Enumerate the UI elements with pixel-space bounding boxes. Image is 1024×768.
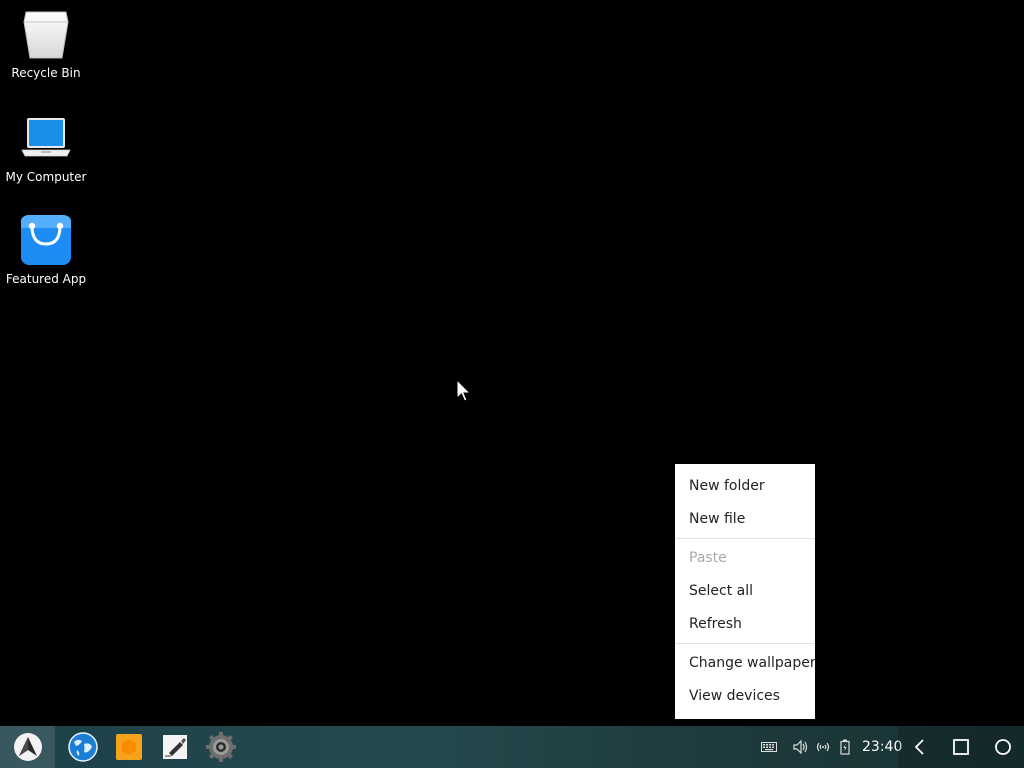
taskbar-app-settings[interactable] — [205, 731, 237, 763]
back-button[interactable] — [910, 737, 930, 757]
clock[interactable]: 23:40 — [862, 739, 902, 755]
back-icon — [914, 739, 924, 755]
taskbar-app-files[interactable] — [113, 731, 145, 763]
menu-item-change-wallpaper[interactable]: Change wallpaper — [675, 647, 816, 680]
laptop-icon — [21, 118, 71, 157]
menu-separator — [675, 643, 815, 644]
volume-icon[interactable] — [792, 738, 810, 756]
menu-separator — [675, 538, 815, 539]
menu-item-refresh[interactable]: Refresh — [675, 608, 815, 641]
desktop[interactable]: Recycle Bin My Computer Featured App New… — [0, 0, 1024, 726]
start-menu-icon — [13, 733, 42, 761]
shopping-bag-icon — [21, 215, 71, 265]
desktop-icon-label: Recycle Bin — [11, 66, 81, 80]
desktop-icon-my-computer[interactable]: My Computer — [0, 112, 92, 184]
taskbar-app-browser[interactable] — [67, 731, 99, 763]
home-button[interactable] — [993, 737, 1013, 757]
recents-icon — [953, 739, 969, 755]
gear-settings-icon — [206, 732, 236, 762]
start-button[interactable] — [0, 726, 55, 768]
mouse-pointer-icon — [456, 379, 472, 402]
menu-item-paste: Paste — [689, 550, 727, 566]
navigation-buttons — [898, 726, 1024, 768]
desktop-icon-label: Featured App — [5, 272, 87, 286]
desktop-icon-recycle-bin[interactable]: Recycle Bin — [0, 8, 92, 80]
desktop-icon-featured-app[interactable]: Featured App — [0, 214, 92, 286]
menu-item-new-file[interactable]: New file — [675, 503, 815, 536]
system-tray: 23:40 — [760, 726, 902, 768]
context-menu: New folder New file Paste Select all Ref… — [675, 464, 816, 719]
menu-item-new-folder[interactable]: New folder — [675, 470, 815, 503]
battery-icon[interactable] — [836, 738, 854, 756]
note-editor-icon — [163, 735, 187, 759]
recycle-bin-icon — [23, 11, 69, 59]
folder-files-icon — [116, 734, 142, 760]
taskbar-app-notes[interactable] — [159, 731, 191, 763]
globe-browser-icon — [68, 732, 98, 762]
menu-item-view-devices[interactable]: View devices — [675, 680, 815, 713]
menu-item-select-all[interactable]: Select all — [675, 575, 815, 608]
home-icon — [995, 739, 1011, 755]
keyboard-icon[interactable] — [760, 738, 778, 756]
desktop-icon-label: My Computer — [5, 170, 87, 184]
wifi-signal-icon[interactable] — [814, 738, 832, 756]
taskbar: 23:40 — [0, 726, 1024, 768]
recents-button[interactable] — [951, 737, 971, 757]
